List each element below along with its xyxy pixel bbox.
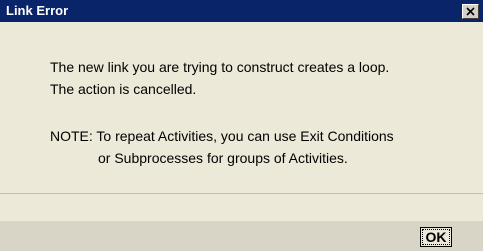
- message-area: [0, 22, 483, 193]
- error-message-line-2: The action is cancelled.: [50, 81, 197, 97]
- title-bar[interactable]: Link Error: [0, 0, 483, 22]
- note-line-2: or Subprocesses for groups of Activities…: [98, 150, 348, 166]
- link-error-dialog: Link Error The new link you are trying t…: [0, 0, 483, 251]
- note-line-1: NOTE: To repeat Activities, you can use …: [50, 128, 394, 144]
- button-strip: [0, 221, 483, 251]
- dialog-title: Link Error: [6, 3, 69, 18]
- close-icon: [466, 7, 475, 16]
- close-button[interactable]: [462, 4, 479, 19]
- ok-button[interactable]: OK: [420, 227, 452, 247]
- error-message-line-1: The new link you are trying to construct…: [50, 59, 390, 75]
